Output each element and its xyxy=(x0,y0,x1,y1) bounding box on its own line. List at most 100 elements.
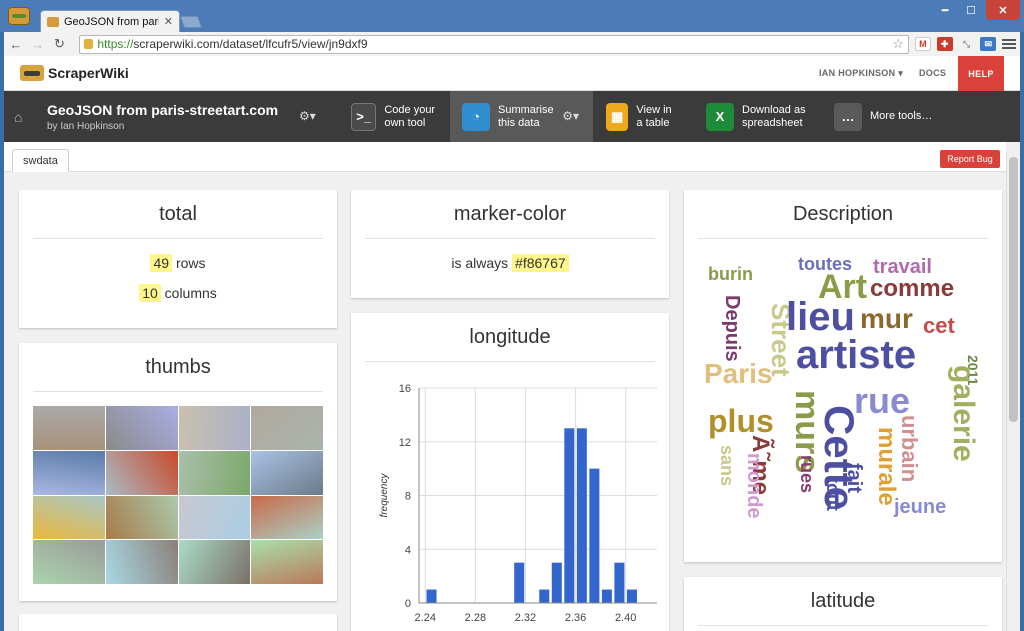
docs-link[interactable]: DOCS xyxy=(919,68,946,78)
columns-stat: 10 columns xyxy=(19,284,337,302)
tool-summarise[interactable]: ◔ Summarise this data ⚙▾ xyxy=(450,91,593,142)
word-cloud-word: monde xyxy=(743,453,765,519)
thumbnail-image xyxy=(178,495,251,540)
page: ScraperWiki IAN HOPKINSON ▾ DOCS HELP ⌂ … xyxy=(4,56,1020,631)
tool-view-table[interactable]: ▦ View in a table xyxy=(594,91,694,142)
next-card xyxy=(19,614,337,631)
histogram-bar xyxy=(601,589,612,603)
divider xyxy=(698,625,988,626)
browser-toolbar: ← → ↻ https://scraperwiki.com/dataset/lf… xyxy=(4,32,1020,56)
tool-label-line2: this data xyxy=(498,116,540,129)
longitude-card: longitude 0 4 8 12 16 2.24 2.28 2.32 2.36 2.40 fre… xyxy=(351,313,669,631)
scrollbar-thumb[interactable] xyxy=(1009,157,1018,422)
tool-label: More tools… xyxy=(870,110,933,122)
word-cloud: toutes travail burin Art comme Street Depuis li… xyxy=(698,255,988,535)
tool-more-tools[interactable]: … More tools… xyxy=(822,91,962,142)
address-bar[interactable]: https://scraperwiki.com/dataset/lfcufr5/… xyxy=(79,34,909,54)
histogram-bar xyxy=(589,468,600,603)
thumbs-card: thumbs xyxy=(19,343,337,601)
histogram-bar xyxy=(514,562,525,603)
tab-title: GeoJSON from paris-stree xyxy=(64,15,159,28)
x-tick-label: 2.28 xyxy=(465,612,486,624)
tool-code-your-own[interactable]: >_ Code your own tool xyxy=(339,91,449,142)
word-cloud-word: galerie xyxy=(947,365,980,462)
divider xyxy=(698,238,988,239)
tool-download-spreadsheet[interactable]: X Download as spreadsheet xyxy=(694,91,822,142)
card-title: marker-color xyxy=(453,203,567,225)
y-tick-label: 4 xyxy=(405,544,411,556)
browser-tab[interactable]: GeoJSON from paris-stree ✕ xyxy=(40,10,180,32)
browser-tabstrip: GeoJSON from paris-stree ✕ ━ ☐ ✕ xyxy=(0,0,1024,32)
x-tick-label: 2.36 xyxy=(565,612,586,624)
bookmark-star-icon[interactable]: ☆ xyxy=(892,36,904,52)
minimize-button[interactable]: ━ xyxy=(932,0,958,20)
word-cloud-word: rues xyxy=(797,455,817,494)
favicon-icon xyxy=(47,16,59,27)
histogram-bar xyxy=(539,589,550,603)
histogram-bar xyxy=(551,562,562,603)
extension-mail-icon[interactable]: ✉ xyxy=(980,37,997,51)
longitude-histogram: 0 4 8 12 16 2.24 2.28 2.32 2.36 2.40 frequency xyxy=(379,383,657,624)
card-title: Description xyxy=(792,203,894,225)
tool-settings-gear-icon[interactable]: ⚙▾ xyxy=(562,109,579,123)
histogram-bar xyxy=(564,428,575,603)
maximize-button[interactable]: ☐ xyxy=(958,0,984,20)
marker-prefix: is always xyxy=(451,255,509,271)
help-button[interactable]: HELP xyxy=(958,56,1004,91)
columns-value: 10 xyxy=(139,284,161,302)
report-bug-button[interactable]: Report Bug xyxy=(940,150,1000,168)
word-cloud-word: artiste xyxy=(796,333,917,377)
tool-label-line2: spreadsheet xyxy=(742,116,803,129)
forward-button[interactable]: → xyxy=(30,36,46,52)
page-scrollbar[interactable] xyxy=(1006,151,1020,631)
dataset-byline: by Ian Hopkinson xyxy=(47,121,125,132)
extension-red-icon[interactable]: ✚ xyxy=(936,37,953,51)
home-icon[interactable]: ⌂ xyxy=(14,109,22,125)
x-tick-label: 2.40 xyxy=(615,612,636,624)
word-cloud-word: Paris xyxy=(704,358,773,389)
columns-label: columns xyxy=(164,285,217,301)
browser-profile-icon[interactable] xyxy=(8,7,30,25)
top-navbar: ScraperWiki IAN HOPKINSON ▾ DOCS HELP xyxy=(4,56,1020,91)
excel-icon: X xyxy=(706,102,734,131)
y-tick-label: 0 xyxy=(405,598,411,610)
word-cloud-word: cet xyxy=(923,313,955,338)
word-cloud-word: travail xyxy=(873,256,932,278)
scraperwiki-logo[interactable]: ScraperWiki xyxy=(20,65,129,81)
y-tick-label: 12 xyxy=(399,437,411,449)
chrome-menu-icon[interactable] xyxy=(1002,39,1016,49)
dataset-toolbar: ⌂ GeoJSON from paris-streetart.com by Ia… xyxy=(4,91,1020,142)
tool-label-line2: own tool xyxy=(384,116,426,129)
thumbnail-image xyxy=(33,495,105,540)
dataset-title[interactable]: GeoJSON from paris-streetart.com xyxy=(47,102,278,118)
close-tab-icon[interactable]: ✕ xyxy=(164,15,173,28)
thumbnail-image xyxy=(178,540,251,584)
word-cloud-word: burin xyxy=(708,264,753,284)
thumbnail-image xyxy=(251,406,323,450)
back-button[interactable]: ← xyxy=(8,36,24,52)
word-cloud-word: jeune xyxy=(894,496,947,518)
histogram-bar xyxy=(576,428,587,603)
new-tab-button[interactable] xyxy=(179,16,203,28)
thumbnail-image xyxy=(251,495,323,540)
tab-swdata[interactable]: swdata xyxy=(12,149,69,172)
reload-button[interactable]: ↻ xyxy=(52,36,68,52)
thumbnail-image xyxy=(105,540,178,584)
close-window-button[interactable]: ✕ xyxy=(986,0,1020,20)
thumbnail-image xyxy=(33,450,105,495)
thumbnail-image xyxy=(178,450,251,495)
dataset-settings-gear-icon[interactable]: ⚙▾ xyxy=(299,109,316,123)
thumbnail-image xyxy=(105,495,178,540)
card-title: total xyxy=(159,203,197,225)
total-card: total 49 rows 10 columns xyxy=(19,190,337,328)
thumbnail-image xyxy=(251,450,323,495)
thumbnail-image xyxy=(33,540,105,584)
rows-stat: 49 rows xyxy=(19,254,337,272)
pie-chart-icon: ◔ xyxy=(462,102,490,131)
histogram-bar xyxy=(626,589,637,603)
user-menu[interactable]: IAN HOPKINSON ▾ xyxy=(819,68,903,79)
extension-arrow-icon[interactable]: ⤡ xyxy=(959,37,975,51)
tool-label-line1: View in xyxy=(636,103,672,116)
histogram-bar xyxy=(614,562,625,603)
gmail-extension-icon[interactable]: M xyxy=(914,37,931,51)
